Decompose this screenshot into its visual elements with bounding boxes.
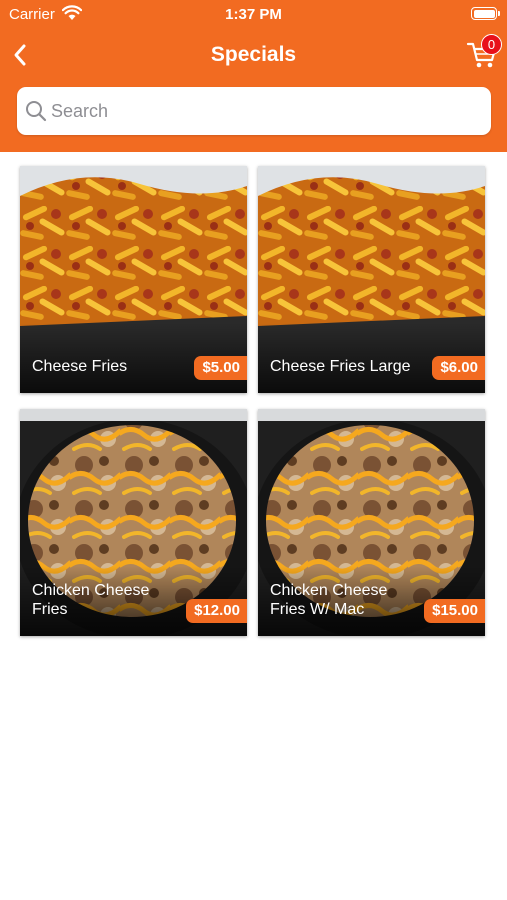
cart-count-badge: 0 [481,34,502,55]
status-time: 1:37 PM [225,6,282,23]
product-price: $12.00 [186,599,247,623]
product-card[interactable]: Cheese Fries Large $6.00 [258,166,485,393]
product-card[interactable]: Chicken Cheese Fries $12.00 [20,409,247,636]
product-price: $6.00 [432,356,485,380]
product-card[interactable]: Cheese Fries $5.00 [20,166,247,393]
status-bar: Carrier 1:37 PM [0,0,507,28]
header: Carrier 1:37 PM Specials 0 [0,0,507,152]
search-input[interactable] [51,87,471,135]
product-price: $15.00 [424,599,485,623]
product-name: Chicken Cheese Fries W/ Mac [270,582,388,618]
product-name: Cheese Fries [32,358,128,375]
search-bar[interactable] [17,87,491,135]
product-name: Chicken Cheese Fries [32,582,150,618]
search-icon [26,101,47,122]
battery-icon [471,7,500,20]
product-card[interactable]: Chicken Cheese Fries W/ Mac $15.00 [258,409,485,636]
product-price: $5.00 [194,356,247,380]
nav-bar: Specials [0,30,507,80]
product-name: Cheese Fries Large [270,358,411,375]
page-title: Specials [210,43,297,66]
